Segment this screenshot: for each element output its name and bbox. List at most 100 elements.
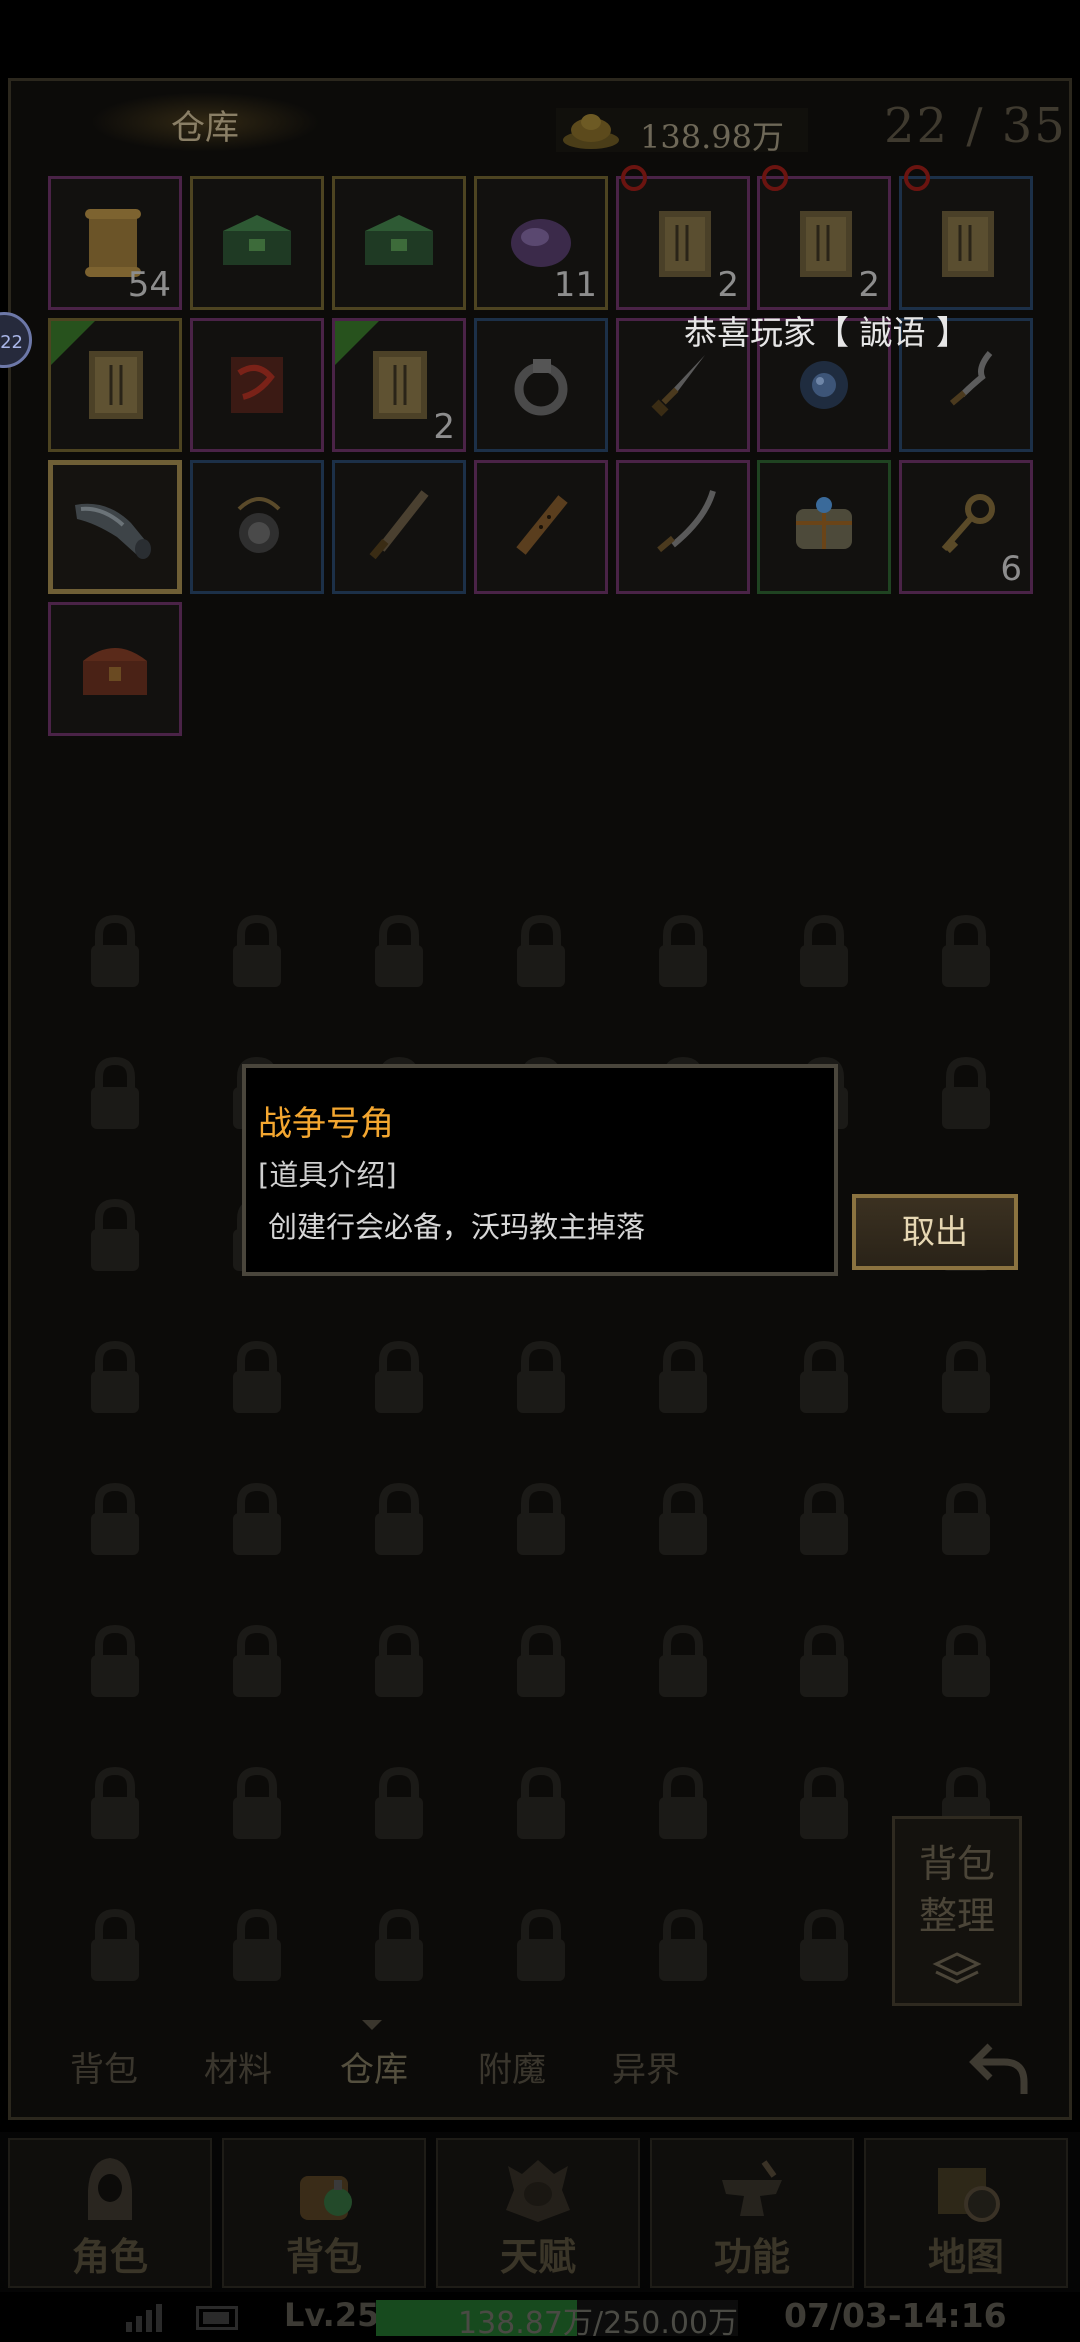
inventory-slot-sword[interactable] xyxy=(332,460,466,594)
usable-tag xyxy=(51,321,95,365)
lock-icon xyxy=(85,1339,145,1417)
green-chest-icon xyxy=(365,215,433,265)
map-compass-icon xyxy=(938,2168,1000,2222)
lock-icon xyxy=(511,1907,571,1985)
lock-icon xyxy=(936,1339,996,1417)
tab-1[interactable]: 材料 xyxy=(204,2042,272,2091)
nav-label-4: 地图 xyxy=(927,2234,1004,2279)
lock-icon xyxy=(85,1765,145,1843)
active-tab-marker xyxy=(362,2020,382,2030)
tab-2[interactable]: 仓库 xyxy=(340,2042,408,2091)
lock-icon xyxy=(511,1765,571,1843)
saber-icon xyxy=(657,490,716,553)
flute-icon xyxy=(516,495,568,555)
lock-icon xyxy=(936,1623,996,1701)
inventory-slot-ring[interactable] xyxy=(474,318,608,452)
bundle-icon xyxy=(796,497,852,549)
lock-icon xyxy=(653,1339,713,1417)
battery-icon xyxy=(196,2306,238,2330)
inventory-slot-bundle[interactable] xyxy=(757,460,891,594)
lock-icon xyxy=(794,1907,854,1985)
sword-icon xyxy=(369,490,429,560)
lock-icon xyxy=(227,1481,287,1559)
item-count: 2 xyxy=(717,265,739,305)
inventory-slot-amulet[interactable] xyxy=(190,460,324,594)
lock-icon xyxy=(369,913,429,991)
lock-icon xyxy=(653,1765,713,1843)
green-chest-icon xyxy=(223,215,291,265)
forbidden-icon xyxy=(762,165,788,191)
signal-icon xyxy=(126,2304,162,2332)
lock-icon xyxy=(369,1765,429,1843)
gold-coins-icon xyxy=(563,114,619,149)
lock-icon xyxy=(511,913,571,991)
forbidden-icon xyxy=(621,165,647,191)
inventory-slot-skill-book[interactable]: 2 xyxy=(332,318,466,452)
item-count: 11 xyxy=(553,265,597,305)
inventory-slot-green-chest[interactable] xyxy=(190,176,324,310)
take-out-button[interactable]: 取出 xyxy=(852,1194,1018,1270)
lock-icon xyxy=(227,1339,287,1417)
capacity-counter: 22 / 35 xyxy=(884,98,1067,154)
lock-icon xyxy=(653,1907,713,1985)
lock-icon xyxy=(794,913,854,991)
inventory-slot-book[interactable]: 2 xyxy=(616,165,750,310)
inventory-slot-flute[interactable] xyxy=(474,460,608,594)
nav-label-2: 天赋 xyxy=(499,2234,576,2279)
tab-4[interactable]: 异界 xyxy=(612,2042,680,2091)
lock-icon xyxy=(794,1765,854,1843)
inventory-slot-war-horn[interactable] xyxy=(48,460,182,594)
inventory-slot-green-chest[interactable] xyxy=(332,176,466,310)
amulet-icon xyxy=(237,497,281,553)
lock-icon xyxy=(936,1055,996,1133)
tab-3[interactable]: 附魔 xyxy=(478,2042,546,2091)
item-name: 战争号角 xyxy=(258,1104,394,1144)
inventory-slot-skill-book[interactable] xyxy=(48,318,182,452)
tab-0[interactable]: 背包 xyxy=(70,2042,138,2091)
item-description: 创建行会必备，沃玛教主掉落 xyxy=(268,1210,646,1244)
item-count: 2 xyxy=(858,265,880,305)
lock-icon xyxy=(936,913,996,991)
lock-icon xyxy=(227,913,287,991)
lock-icon xyxy=(227,1765,287,1843)
ring-icon xyxy=(514,359,568,416)
lock-icon xyxy=(511,1481,571,1559)
anvil-icon xyxy=(722,2160,782,2216)
inventory-slot-purple-gem[interactable]: 11 xyxy=(474,176,608,310)
lock-icon xyxy=(227,1907,287,1985)
lock-icon xyxy=(369,1907,429,1985)
layers-icon xyxy=(932,1952,982,1984)
war-horn-icon xyxy=(75,503,151,559)
back-arrow-icon[interactable] xyxy=(968,2036,1030,2098)
lock-icon xyxy=(653,913,713,991)
lock-icon xyxy=(369,1623,429,1701)
inventory-slot-red-scroll[interactable] xyxy=(190,318,324,452)
item-section-label: [道具介绍] xyxy=(258,1158,397,1192)
item-count: 54 xyxy=(127,265,171,305)
red-scroll-icon xyxy=(231,357,283,413)
lock-icon xyxy=(511,1339,571,1417)
lock-icon xyxy=(85,1197,145,1275)
lock-icon xyxy=(369,1339,429,1417)
clock: 07/03-14:16 xyxy=(784,2296,1007,2335)
exp-text: 138.87万/250.00万 xyxy=(458,2306,739,2341)
lock-icon xyxy=(369,1481,429,1559)
inventory-slot-book[interactable] xyxy=(899,165,1033,310)
nav-label-0: 角色 xyxy=(71,2234,148,2279)
inventory-slot-book[interactable]: 2 xyxy=(757,165,891,310)
lock-icon xyxy=(85,1907,145,1985)
lock-icon xyxy=(794,1623,854,1701)
usable-tag xyxy=(335,321,379,365)
inventory-slot-key[interactable]: 6 xyxy=(899,460,1033,594)
hooded-figure-icon xyxy=(88,2158,132,2220)
player-level: Lv.25 xyxy=(284,2296,380,2334)
system-notice: 恭喜玩家【 誠语 】 xyxy=(684,313,969,352)
inventory-slot-saber[interactable] xyxy=(616,460,750,594)
inventory-slot-treasure-chest[interactable] xyxy=(48,602,182,736)
lock-icon xyxy=(85,913,145,991)
inventory-slot-scroll[interactable]: 54 xyxy=(48,176,182,310)
lock-icon xyxy=(85,1623,145,1701)
lock-icon xyxy=(653,1623,713,1701)
lock-icon xyxy=(936,1481,996,1559)
item-count: 6 xyxy=(1000,549,1022,589)
